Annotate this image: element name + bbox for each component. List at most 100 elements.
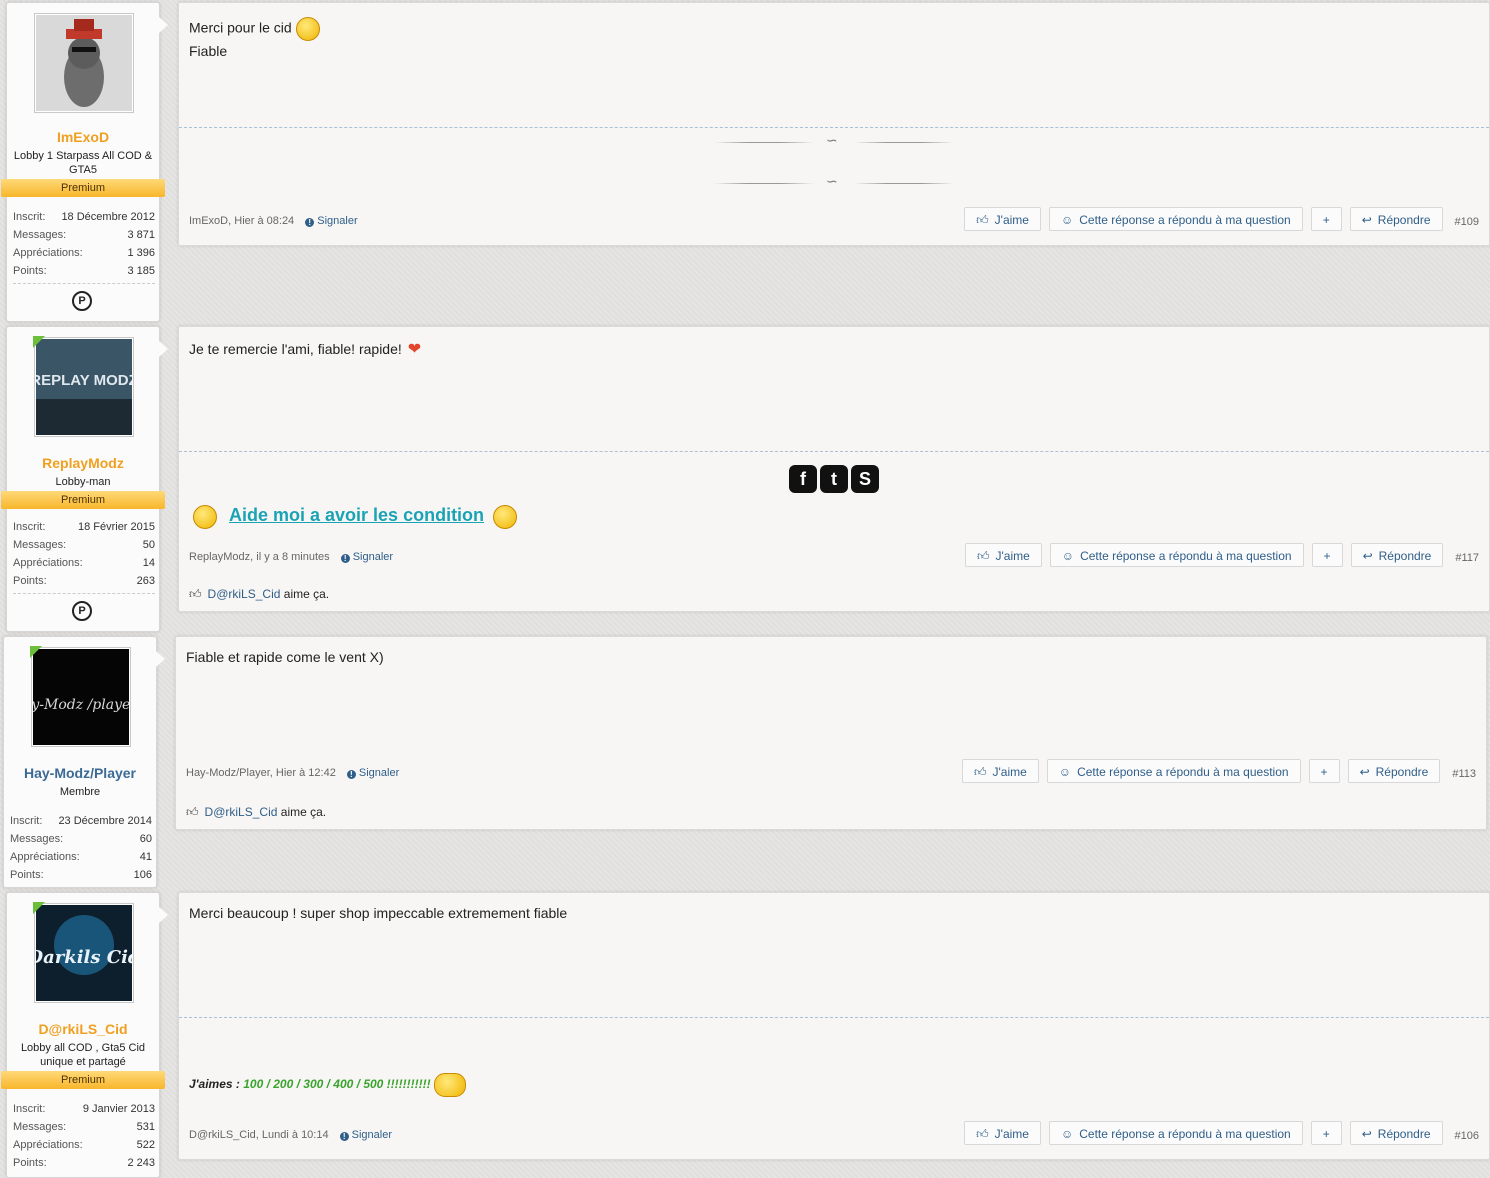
stat-inscrit: 23 Décembre 2014 [58, 815, 152, 827]
post-actions: 👍︎ J'aime ☺ Cette réponse a répondu à ma q… [964, 207, 1479, 231]
like-button[interactable]: 👍︎ J'aime [964, 207, 1041, 231]
online-indicator [33, 902, 45, 914]
username[interactable]: Hay-Modz/Player [4, 765, 156, 781]
avatar[interactable] [34, 13, 134, 113]
signature-link[interactable]: Aide moi a avoir les condition [229, 505, 484, 526]
stat-points[interactable]: 263 [137, 572, 155, 590]
likes-summary: 👍︎ D@rkiLS_Cid aime ça. [186, 805, 326, 820]
playstation-icon[interactable]: P [72, 291, 92, 311]
divider [13, 283, 155, 284]
skype-icon[interactable]: S [851, 465, 879, 493]
reply-button[interactable]: ↩ Répondre [1349, 1121, 1443, 1145]
reply-button[interactable]: ↩ Répondre [1349, 207, 1443, 231]
stat-points[interactable]: 2 243 [127, 1154, 155, 1172]
avatar[interactable]: REPLAY MODZ [34, 337, 134, 437]
thumbs-up-icon: 👍︎ [976, 213, 989, 227]
message-line: Fiable et rapide come le vent X) [186, 649, 384, 665]
answered-label: Cette réponse a répondu à ma question [1079, 1127, 1291, 1141]
stat-label: Appréciations: [10, 851, 80, 863]
likes-suffix: aime ça. [280, 805, 327, 819]
avatar[interactable]: Darkils Cid [34, 903, 134, 1003]
report-label: Signaler [358, 767, 400, 779]
stat-label: Appréciations: [13, 557, 83, 569]
report-label: Signaler [351, 1129, 393, 1141]
stat-messages[interactable]: 531 [137, 1118, 155, 1136]
reply-label: Répondre [1377, 1127, 1431, 1141]
answered-label: Cette réponse a répondu à ma question [1079, 213, 1291, 227]
post-number[interactable]: #106 [1455, 1124, 1479, 1142]
stat-messages[interactable]: 50 [143, 536, 155, 554]
post-author[interactable]: D@rkiLS_Cid [189, 1129, 256, 1141]
signature-separator [179, 127, 1489, 128]
stat-points[interactable]: 106 [134, 866, 152, 884]
stat-label: Messages: [13, 539, 67, 551]
like-label: J'aime [994, 1127, 1029, 1141]
username[interactable]: ImExoD [7, 129, 159, 145]
post-number[interactable]: #117 [1455, 546, 1479, 564]
post-author[interactable]: ImExoD [189, 215, 228, 227]
message-body: Merci beaucoup ! super shop impeccable e… [178, 892, 1490, 1160]
like-button[interactable]: 👍︎ J'aime [961, 759, 1039, 783]
post-number[interactable]: #109 [1455, 210, 1479, 228]
reply-button[interactable]: ↩ Répondre [1350, 543, 1444, 567]
post-author[interactable]: ReplayModz [189, 551, 250, 563]
jaimes-prefix: J'aimes : [189, 1077, 240, 1092]
info-icon: ! [339, 1132, 349, 1141]
facebook-icon[interactable]: f [789, 465, 817, 493]
thumbs-up-icon: 👍︎ [976, 1127, 989, 1141]
playstation-icon[interactable]: P [72, 601, 92, 621]
stat-points[interactable]: 3 185 [127, 262, 155, 280]
username[interactable]: ReplayModz [7, 455, 159, 471]
answered-label: Cette réponse a répondu à ma question [1080, 549, 1292, 563]
stat-inscrit: 18 Décembre 2012 [61, 211, 155, 223]
stat-messages[interactable]: 60 [140, 830, 152, 848]
report-link[interactable]: ! Signaler [346, 767, 400, 779]
avatar[interactable]: Hay-Modz /player`s [31, 647, 131, 747]
more-button[interactable]: + [1311, 543, 1343, 567]
stat-label: Inscrit: [13, 211, 46, 223]
haymodz-avatar-image: Hay-Modz /player`s [33, 649, 129, 745]
user-card: ImExoD Lobby 1 Starpass All COD & GTA5 P… [1, 2, 168, 322]
liker-link[interactable]: D@rkiLS_Cid [205, 805, 278, 819]
report-link[interactable]: ! Signaler [339, 1129, 393, 1141]
online-indicator [30, 646, 42, 658]
like-label: J'aime [994, 213, 1029, 227]
like-button[interactable]: 👍︎ J'aime [964, 1121, 1041, 1145]
signature-separator [179, 451, 1489, 452]
reply-arrow-icon: ↩ [1362, 549, 1373, 563]
card-arrow [156, 651, 165, 667]
user-card: Hay-Modz /player`s Hay-Modz/Player Membr… [3, 636, 165, 888]
like-button[interactable]: 👍︎ J'aime [964, 543, 1042, 567]
answered-button[interactable]: ☺ Cette réponse a répondu à ma question [1046, 759, 1301, 783]
username[interactable]: D@rkiLS_Cid [7, 1021, 159, 1037]
pointing-smiley-icon [493, 505, 517, 529]
thumbs-up-icon: 👍︎ [186, 805, 199, 819]
liker-link[interactable]: D@rkiLS_Cid [208, 587, 281, 601]
stat-label: Points: [13, 575, 47, 587]
reply-button[interactable]: ↩ Répondre [1347, 759, 1441, 783]
post-time[interactable]: Hier à 08:24 [234, 215, 294, 227]
post-author[interactable]: Hay-Modz/Player [186, 767, 270, 779]
post-time[interactable]: il y a 8 minutes [256, 551, 329, 563]
answered-button[interactable]: ☺ Cette réponse a répondu à ma question [1049, 543, 1304, 567]
thumbs-up-icon: 👍︎ [189, 587, 202, 601]
post-time[interactable]: Lundi à 10:14 [262, 1129, 329, 1141]
stat-label: Inscrit: [10, 815, 43, 827]
more-button[interactable]: + [1308, 759, 1340, 783]
answered-button[interactable]: ☺ Cette réponse a répondu à ma question [1048, 207, 1303, 231]
smiley-icon: ☺ [1060, 213, 1074, 227]
more-button[interactable]: + [1310, 1121, 1342, 1145]
user-title: Lobby-man [55, 476, 111, 488]
user-title: Lobby all COD , Gta5 Cid unique et parta… [20, 1042, 146, 1068]
message-body: Je te remercie l'ami, fiable! rapide! ❤ f… [178, 326, 1490, 612]
twitter-icon[interactable]: t [820, 465, 848, 493]
jaimes-values: 100 / 200 / 300 / 400 / 500 !!!!!!!!!!! [243, 1077, 431, 1092]
more-button[interactable]: + [1310, 207, 1342, 231]
report-link[interactable]: ! Signaler [305, 215, 358, 227]
post-time[interactable]: Hier à 12:42 [276, 767, 336, 779]
stat-messages[interactable]: 3 871 [127, 226, 155, 244]
post-number[interactable]: #113 [1452, 762, 1476, 780]
heart-icon: ❤ [407, 341, 422, 358]
answered-button[interactable]: ☺ Cette réponse a répondu à ma question [1048, 1121, 1303, 1145]
report-link[interactable]: ! Signaler [340, 551, 393, 563]
